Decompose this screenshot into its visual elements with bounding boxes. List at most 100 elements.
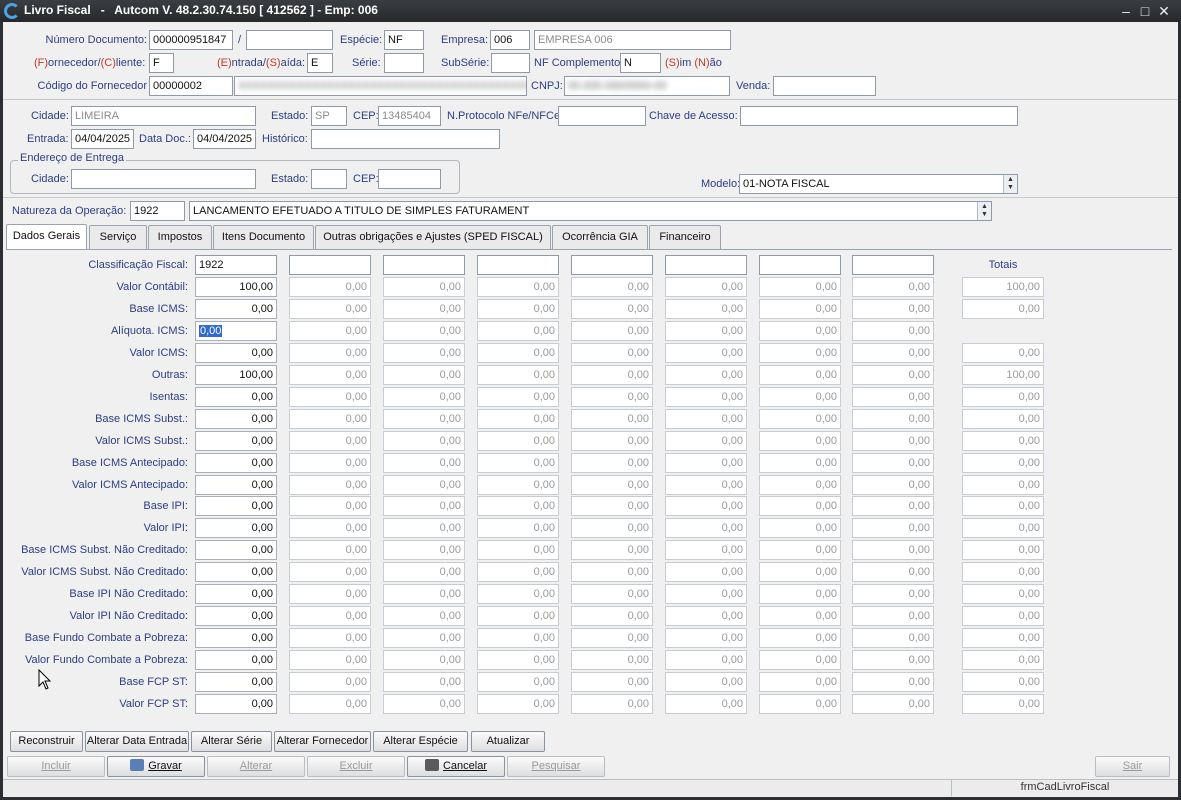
grid-value-disabled: 0,00 bbox=[665, 540, 747, 560]
estado-field: SP bbox=[311, 106, 347, 126]
gravar-button[interactable]: Gravar bbox=[107, 756, 205, 777]
grid-value-input[interactable]: 0,00 bbox=[195, 299, 277, 319]
grid-value-input[interactable]: 100,00 bbox=[195, 365, 277, 385]
grid-value-disabled: 0,00 bbox=[477, 365, 559, 385]
maximize-button[interactable]: □ bbox=[1136, 2, 1154, 20]
tab-ocorrencia-gia[interactable]: Ocorrência GIA bbox=[552, 225, 648, 249]
alterar-especie-button[interactable]: Alterar Espécie bbox=[373, 731, 468, 752]
grid-value-input[interactable]: 0,00 bbox=[195, 475, 277, 495]
grid-value-input[interactable]: 0,00 bbox=[195, 343, 277, 363]
pesquisar-button[interactable]: Pesquisar bbox=[507, 756, 605, 777]
fornecedor-name-field: XXXXXXXXXXXXXXXXXXXXXXXXXXXXXXXXXXXXXXXX bbox=[234, 76, 527, 96]
classificacao-fiscal-input[interactable] bbox=[571, 255, 653, 275]
grid-value-input[interactable]: 0,00 bbox=[195, 321, 277, 341]
grid-value-disabled: 0,00 bbox=[289, 628, 371, 648]
grid-value-disabled: 0,00 bbox=[289, 409, 371, 429]
subserie-input[interactable] bbox=[491, 53, 530, 73]
classificacao-fiscal-input[interactable] bbox=[759, 255, 841, 275]
sair-button[interactable]: Sair bbox=[1095, 756, 1170, 777]
alterar-data-entrada-button[interactable]: Alterar Data Entrada bbox=[85, 731, 189, 752]
numero-documento-complement-input[interactable] bbox=[246, 30, 333, 50]
modelo-select[interactable]: 01-NOTA FISCAL ▲ ▼ bbox=[739, 174, 1018, 194]
cancelar-button[interactable]: Cancelar bbox=[407, 756, 505, 777]
nf-complemento-label: NF Complemento: bbox=[534, 57, 624, 69]
entrada-date-input[interactable]: 04/04/2025 bbox=[71, 129, 134, 149]
tab-financeiro[interactable]: Financeiro bbox=[649, 225, 721, 249]
classificacao-fiscal-input[interactable] bbox=[289, 255, 371, 275]
entrada-saida-input[interactable]: E bbox=[307, 53, 333, 73]
grid-value-input[interactable]: 0,00 bbox=[195, 431, 277, 451]
codigo-fornecedor-input[interactable]: 00000002 bbox=[149, 76, 233, 96]
grid-value-disabled: 0,00 bbox=[571, 431, 653, 451]
minimize-button[interactable]: – bbox=[1117, 2, 1135, 20]
close-button[interactable]: ✕ bbox=[1155, 2, 1173, 20]
entrega-cidade-input[interactable] bbox=[71, 169, 256, 189]
grid-value-disabled: 0,00 bbox=[289, 299, 371, 319]
grid-value-input[interactable]: 0,00 bbox=[195, 518, 277, 538]
grid-value-input[interactable]: 0,00 bbox=[195, 694, 277, 714]
atualizar-button[interactable]: Atualizar bbox=[471, 731, 545, 752]
reconstruir-button[interactable]: Reconstruir bbox=[10, 731, 83, 752]
classificacao-fiscal-input[interactable] bbox=[383, 255, 465, 275]
classificacao-fiscal-input[interactable]: 1922 bbox=[195, 255, 277, 275]
entrega-estado-input[interactable] bbox=[311, 169, 347, 189]
grid-value-input[interactable]: 0,00 bbox=[195, 672, 277, 692]
protocolo-input[interactable] bbox=[558, 106, 646, 126]
title-bar[interactable]: Livro Fiscal - Autcom V. 48.2.30.74.150 … bbox=[0, 0, 1181, 22]
grid-value-disabled: 0,00 bbox=[383, 540, 465, 560]
grid-row-label: Valor Fundo Combate a Pobreza: bbox=[24, 654, 188, 666]
especie-input[interactable]: NF bbox=[384, 30, 424, 50]
natureza-spin-icon[interactable]: ▲ ▼ bbox=[977, 202, 991, 220]
alterar-serie-button[interactable]: Alterar Série bbox=[191, 731, 272, 752]
grid-value-disabled: 0,00 bbox=[852, 343, 934, 363]
grid-value-input[interactable]: 0,00 bbox=[195, 562, 277, 582]
data-doc-input[interactable]: 04/04/2025 bbox=[193, 129, 256, 149]
tab-outras-obrigacoes[interactable]: Outras obrigações e Ajustes (SPED FISCAL… bbox=[315, 225, 551, 249]
grid-value-disabled: 0,00 bbox=[383, 562, 465, 582]
grid-value-input[interactable]: 0,00 bbox=[195, 628, 277, 648]
entrega-cep-input[interactable] bbox=[378, 169, 441, 189]
modelo-spin-icon[interactable]: ▲ ▼ bbox=[1003, 175, 1017, 193]
alterar-fornecedor-button[interactable]: Alterar Fornecedor bbox=[274, 731, 371, 752]
grid-value-input[interactable]: 0,00 bbox=[195, 650, 277, 670]
grid-value-disabled: 0,00 bbox=[477, 518, 559, 538]
tab-servico[interactable]: Serviço bbox=[89, 225, 147, 249]
classificacao-fiscal-input[interactable] bbox=[852, 255, 934, 275]
alterar-button[interactable]: Alterar bbox=[207, 756, 305, 777]
entrada-saida-label: (E)ntrada/(S)aída: bbox=[217, 57, 306, 69]
numero-documento-input[interactable]: 000000951847 bbox=[149, 30, 233, 50]
tab-itens-documento[interactable]: Itens Documento bbox=[213, 225, 314, 249]
grid-value-disabled: 0,00 bbox=[665, 606, 747, 626]
grid-value-input[interactable]: 0,00 bbox=[195, 453, 277, 473]
classificacao-fiscal-input[interactable] bbox=[477, 255, 559, 275]
grid-value-input[interactable]: 0,00 bbox=[195, 540, 277, 560]
grid-value-input[interactable]: 0,00 bbox=[195, 387, 277, 407]
grid-value-input[interactable]: 100,00 bbox=[195, 277, 277, 297]
historico-input[interactable] bbox=[311, 129, 500, 149]
fornecedor-cliente-input[interactable]: F bbox=[149, 53, 174, 73]
serie-label: Série: bbox=[352, 57, 381, 69]
tab-impostos[interactable]: Impostos bbox=[148, 225, 212, 249]
grid-value-disabled: 0,00 bbox=[852, 321, 934, 341]
grid-total-value: 0,00 bbox=[962, 628, 1044, 648]
grid-row-label: Base IPI Não Creditado: bbox=[69, 588, 188, 600]
serie-input[interactable] bbox=[384, 53, 424, 73]
grid-value-input[interactable]: 0,00 bbox=[195, 606, 277, 626]
natureza-select[interactable]: LANCAMENTO EFETUADO A TITULO DE SIMPLES … bbox=[189, 201, 992, 221]
grid-value-disabled: 0,00 bbox=[383, 365, 465, 385]
incluir-button[interactable]: Incluir bbox=[7, 756, 105, 777]
natureza-code-input[interactable]: 1922 bbox=[130, 201, 185, 221]
chave-acesso-input[interactable] bbox=[740, 106, 1018, 126]
venda-input[interactable] bbox=[773, 76, 876, 96]
grid-value-disabled: 0,00 bbox=[289, 343, 371, 363]
grid-value-input[interactable]: 0,00 bbox=[195, 409, 277, 429]
empresa-code-input[interactable]: 006 bbox=[490, 30, 530, 50]
classificacao-fiscal-input[interactable] bbox=[665, 255, 747, 275]
excluir-button[interactable]: Excluir bbox=[307, 756, 405, 777]
grid-value-input[interactable]: 0,00 bbox=[195, 496, 277, 516]
tab-dados-gerais[interactable]: Dados Gerais bbox=[6, 224, 87, 250]
nf-complemento-input[interactable]: N bbox=[620, 53, 661, 73]
grid-value-input[interactable]: 0,00 bbox=[195, 584, 277, 604]
grid-value-disabled: 0,00 bbox=[571, 518, 653, 538]
grid-value-disabled: 0,00 bbox=[289, 453, 371, 473]
